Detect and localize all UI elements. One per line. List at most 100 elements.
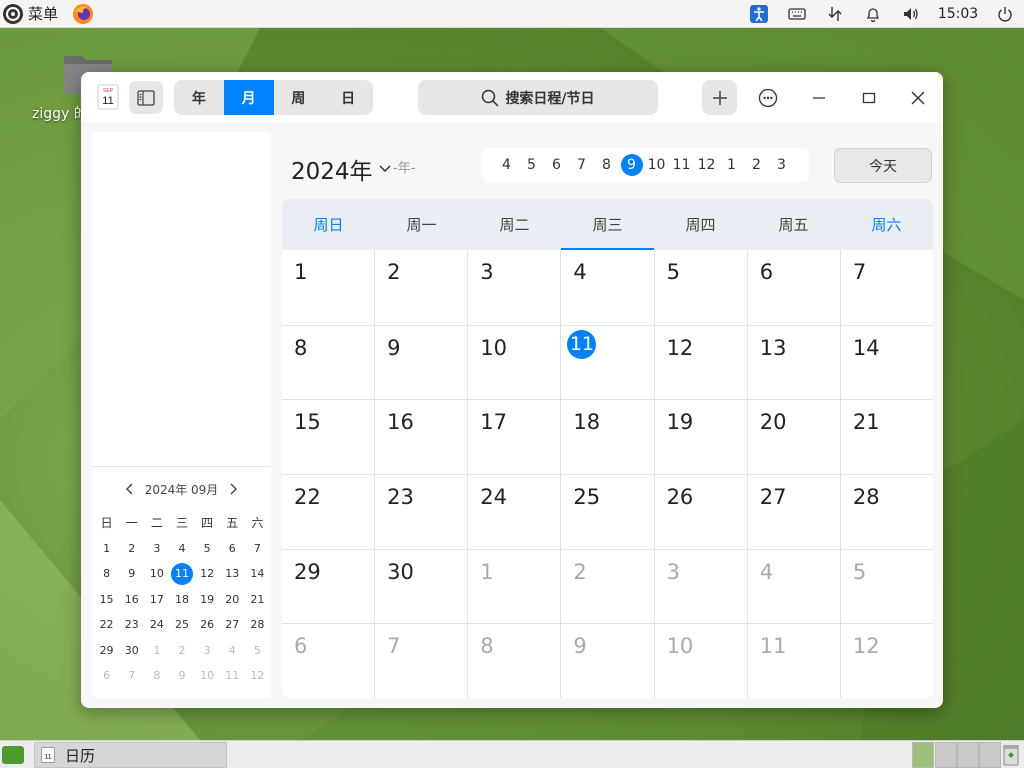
mini-day-cell[interactable]: 20 xyxy=(220,587,245,613)
mini-day-cell[interactable]: 2 xyxy=(169,638,194,664)
mini-day-cell[interactable]: 10 xyxy=(195,663,220,689)
mini-day-cell[interactable]: 1 xyxy=(94,536,119,562)
day-cell[interactable]: 4 xyxy=(746,549,840,624)
day-cell[interactable]: 21 xyxy=(839,400,933,475)
day-cell[interactable]: 17 xyxy=(467,400,560,475)
tab-month[interactable]: 月 xyxy=(223,80,274,115)
month-strip-item[interactable]: 11 xyxy=(669,153,694,177)
month-strip-item[interactable]: 8 xyxy=(594,153,619,177)
mini-day-cell[interactable]: 8 xyxy=(144,663,169,689)
day-cell[interactable]: 7 xyxy=(839,250,933,325)
day-cell[interactable]: 5 xyxy=(839,549,933,624)
day-cell[interactable]: 10 xyxy=(653,624,747,698)
mini-day-cell[interactable]: 6 xyxy=(220,536,245,562)
day-cell[interactable]: 12 xyxy=(653,325,747,400)
day-cell[interactable]: 14 xyxy=(839,325,933,400)
mini-day-cell[interactable]: 7 xyxy=(119,663,144,689)
mini-day-cell[interactable]: 3 xyxy=(195,638,220,664)
day-cell[interactable]: 19 xyxy=(653,400,747,475)
day-cell[interactable]: 27 xyxy=(746,475,840,549)
day-cell[interactable]: 8 xyxy=(467,624,560,698)
day-cell[interactable]: 20 xyxy=(746,400,840,475)
day-cell[interactable]: 23 xyxy=(374,475,467,549)
day-cell[interactable]: 22 xyxy=(282,475,374,549)
mini-day-cell[interactable]: 26 xyxy=(195,612,220,638)
day-cell[interactable]: 2 xyxy=(374,250,467,325)
tab-year[interactable]: 年 xyxy=(174,80,224,115)
day-cell[interactable]: 25 xyxy=(560,475,653,549)
mini-next-month-button[interactable] xyxy=(222,479,244,499)
day-cell[interactable]: 6 xyxy=(746,250,840,325)
mini-day-cell[interactable]: 19 xyxy=(195,587,220,613)
day-cell[interactable]: 28 xyxy=(839,475,933,549)
mini-day-cell[interactable]: 29 xyxy=(94,638,119,664)
mini-day-cell[interactable]: 11 xyxy=(220,663,245,689)
day-cell[interactable]: 30 xyxy=(374,549,467,624)
power-icon[interactable] xyxy=(986,0,1024,28)
sidebar-toggle-button[interactable] xyxy=(129,81,163,114)
notification-bell-icon[interactable] xyxy=(854,0,892,28)
day-cell[interactable]: 10 xyxy=(467,325,560,400)
month-strip-item[interactable]: 3 xyxy=(769,153,794,177)
day-cell[interactable]: 3 xyxy=(653,549,747,624)
mini-prev-month-button[interactable] xyxy=(119,479,141,499)
day-cell[interactable]: 8 xyxy=(282,326,374,400)
month-strip-item[interactable]: 12 xyxy=(694,153,719,177)
month-strip-item[interactable]: 7 xyxy=(569,153,594,177)
tab-week[interactable]: 周 xyxy=(274,80,324,115)
firefox-icon[interactable] xyxy=(72,3,94,25)
day-cell[interactable]: 26 xyxy=(653,475,747,549)
month-strip-item[interactable]: 2 xyxy=(744,153,769,177)
minimize-button[interactable] xyxy=(801,80,836,115)
day-cell[interactable]: 16 xyxy=(374,400,467,475)
network-icon[interactable] xyxy=(816,0,854,28)
more-options-button[interactable] xyxy=(750,80,785,115)
day-cell[interactable]: 9 xyxy=(374,325,467,400)
search-input[interactable]: 搜索日程/节日 xyxy=(418,80,658,115)
mini-day-cell[interactable]: 2 xyxy=(119,536,144,562)
mini-day-cell[interactable]: 3 xyxy=(144,536,169,562)
mini-day-cell[interactable]: 12 xyxy=(195,561,220,587)
mini-day-cell[interactable]: 15 xyxy=(94,587,119,613)
mini-day-cell[interactable]: 10 xyxy=(144,561,169,587)
maximize-button[interactable] xyxy=(851,80,886,115)
keyboard-icon[interactable] xyxy=(778,0,816,28)
mini-day-cell[interactable]: 9 xyxy=(119,561,144,587)
day-cell[interactable]: 1 xyxy=(282,250,374,325)
mini-day-cell[interactable]: 11 xyxy=(169,561,194,587)
month-strip-item[interactable]: 6 xyxy=(544,153,569,177)
mini-day-cell[interactable]: 13 xyxy=(220,561,245,587)
mini-day-cell[interactable]: 30 xyxy=(119,638,144,664)
day-cell[interactable]: 18 xyxy=(560,400,653,475)
year-selector[interactable]: 2024年 xyxy=(291,152,391,186)
mini-day-cell[interactable]: 1 xyxy=(144,638,169,664)
mini-day-cell[interactable]: 4 xyxy=(169,536,194,562)
accessibility-icon[interactable] xyxy=(740,0,778,28)
mini-day-cell[interactable]: 25 xyxy=(169,612,194,638)
trash-icon[interactable] xyxy=(1001,743,1021,767)
day-cell[interactable]: 3 xyxy=(467,250,560,325)
day-cell[interactable]: 13 xyxy=(746,325,840,400)
mini-day-cell[interactable]: 9 xyxy=(169,663,194,689)
mini-day-cell[interactable]: 7 xyxy=(245,536,270,562)
day-cell[interactable]: 7 xyxy=(374,624,467,698)
mini-day-cell[interactable]: 17 xyxy=(144,587,169,613)
mini-day-cell[interactable]: 4 xyxy=(220,638,245,664)
mini-day-cell[interactable]: 22 xyxy=(94,612,119,638)
add-event-button[interactable] xyxy=(702,80,737,115)
month-strip-item[interactable]: 9 xyxy=(619,153,644,177)
mini-day-cell[interactable]: 8 xyxy=(94,561,119,587)
day-cell[interactable]: 24 xyxy=(467,475,560,549)
day-cell[interactable]: 29 xyxy=(282,550,374,624)
mini-day-cell[interactable]: 21 xyxy=(245,587,270,613)
month-strip-item[interactable]: 10 xyxy=(644,153,669,177)
day-cell[interactable]: 5 xyxy=(653,250,747,325)
day-cell[interactable]: 2 xyxy=(560,549,653,624)
workspace-4[interactable] xyxy=(979,742,1001,768)
workspace-3[interactable] xyxy=(957,742,979,768)
mini-day-cell[interactable]: 14 xyxy=(245,561,270,587)
close-button[interactable] xyxy=(900,80,935,115)
taskbar-calendar-button[interactable]: 11 日历 xyxy=(34,742,227,768)
mini-day-cell[interactable]: 5 xyxy=(245,638,270,664)
show-desktop-button[interactable] xyxy=(2,746,24,764)
